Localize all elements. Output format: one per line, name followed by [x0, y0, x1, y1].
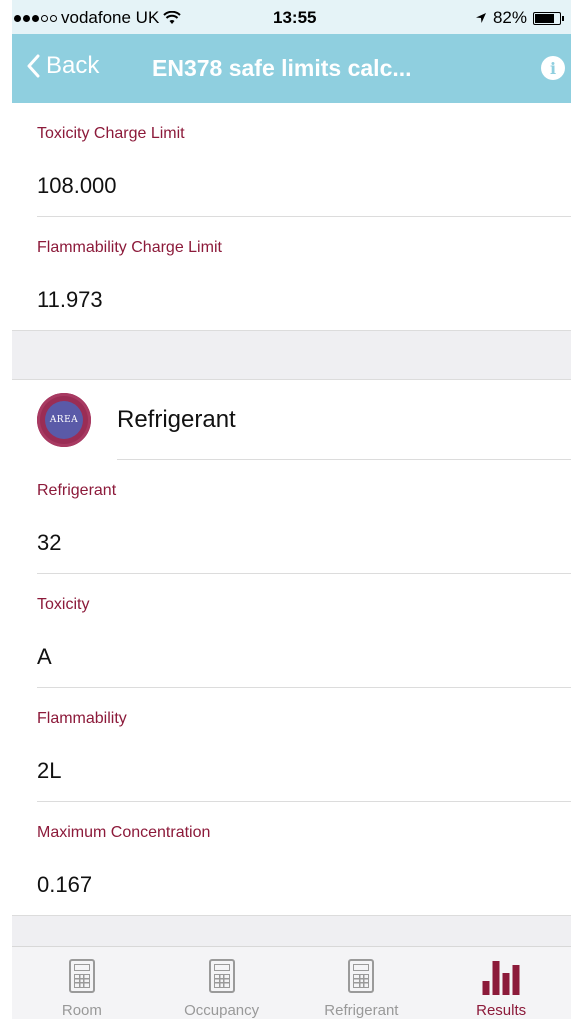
info-icon: i: [549, 58, 557, 78]
tab-room[interactable]: Room: [12, 947, 152, 1019]
tab-refrigerant[interactable]: Refrigerant: [292, 947, 432, 1019]
field-value: 2L: [37, 758, 62, 783]
location-arrow-icon: [475, 13, 486, 23]
field-value: 32: [37, 530, 62, 555]
tab-label: Refrigerant: [324, 1002, 399, 1019]
tab-label: Room: [61, 1002, 102, 1019]
tab-results[interactable]: Results: [431, 947, 571, 1019]
area-logo: AREA: [37, 393, 91, 447]
toxicity-charge-limit-row: Toxicity Charge Limit 108.000: [37, 103, 571, 217]
info-button[interactable]: i: [541, 56, 565, 80]
field-label: Flammability Charge Limit: [37, 239, 222, 256]
field-value: 0.167: [37, 872, 93, 897]
maximum-concentration-row: Maximum Concentration 0.167: [37, 802, 571, 915]
battery-icon: [533, 11, 564, 25]
status-right: 82%: [475, 8, 564, 28]
field-label: Refrigerant: [37, 482, 117, 499]
field-value: 108.000: [37, 173, 117, 198]
wifi-icon: [163, 11, 181, 24]
area-logo-text: AREA: [45, 401, 83, 439]
toxicity-row: Toxicity A: [37, 574, 571, 688]
field-label: Flammability: [37, 710, 127, 727]
tab-occupancy[interactable]: Occupancy: [152, 947, 292, 1019]
tab-bar: Room Occupancy Refrigerant Results: [12, 946, 571, 1019]
page-title: EN378 safe limits calc...: [152, 55, 412, 81]
signal-strength-icon: [14, 14, 57, 22]
back-label: Back: [46, 52, 100, 79]
field-label: Toxicity Charge Limit: [37, 125, 185, 142]
battery-percent: 82%: [492, 8, 527, 27]
back-button[interactable]: Back: [26, 52, 99, 80]
refrigerant-section-header: AREA Refrigerant: [12, 380, 571, 460]
status-time: 13:55: [273, 8, 317, 27]
chevron-left-icon: [27, 54, 40, 78]
results-content: Toxicity Charge Limit 108.000 Flammabili…: [12, 103, 571, 957]
tab-label: Occupancy: [184, 1002, 260, 1019]
status-bar: vodafone UK 13:55 82%: [12, 0, 571, 34]
field-value: 11.973: [37, 287, 103, 312]
tab-label: Results: [476, 1002, 527, 1019]
section-separator: [12, 330, 571, 380]
field-value: A: [37, 644, 52, 669]
carrier-name: vodafone UK: [61, 8, 160, 27]
bar-chart-icon: [482, 959, 520, 995]
calculator-icon: [68, 959, 95, 993]
calculator-icon: [208, 959, 235, 993]
calculator-icon: [348, 959, 375, 993]
field-label: Maximum Concentration: [37, 824, 211, 841]
carrier-signal: vodafone UK: [14, 8, 181, 28]
refrigerant-row: Refrigerant 32: [37, 460, 571, 574]
field-label: Toxicity: [37, 596, 90, 613]
navigation-bar: Back EN378 safe limits calc... i: [12, 34, 571, 103]
flammability-charge-limit-row: Flammability Charge Limit 11.973: [37, 217, 571, 330]
section-title: Refrigerant: [117, 406, 236, 433]
flammability-row: Flammability 2L: [37, 688, 571, 802]
